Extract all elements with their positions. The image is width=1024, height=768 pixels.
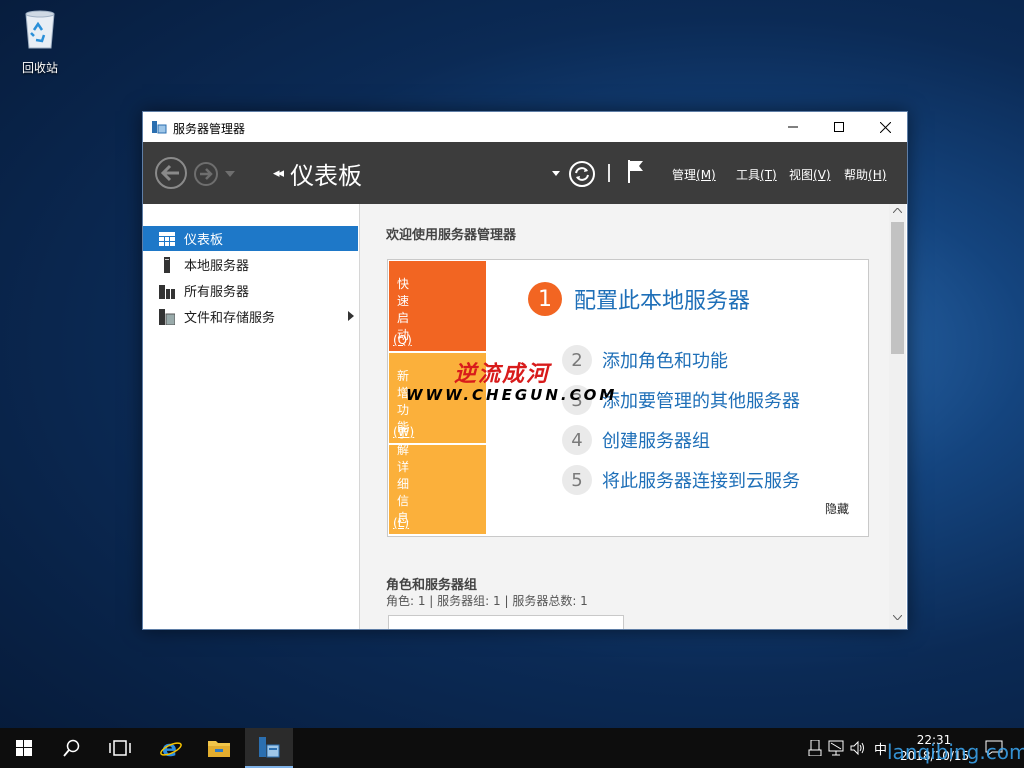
search-button[interactable] xyxy=(48,728,96,768)
ime-indicator[interactable]: 中 xyxy=(874,739,887,758)
storage-icon xyxy=(158,308,176,325)
internet-explorer-icon: e xyxy=(160,737,182,760)
step-label: 添加要管理的其他服务器 xyxy=(602,391,800,412)
step-number: 4 xyxy=(562,425,592,455)
tile-learn-more[interactable]: 了解详细信息 (L) xyxy=(389,426,486,534)
windows-logo-icon xyxy=(16,740,32,756)
network-icon[interactable] xyxy=(828,740,844,756)
sidebar-item-local-server[interactable]: 本地服务器 xyxy=(143,252,358,277)
task-view-button[interactable] xyxy=(96,728,144,768)
step-label: 添加角色和功能 xyxy=(602,351,728,372)
roles-stats: 角色: 1 | 服务器组: 1 | 服务器总数: 1 xyxy=(386,594,588,608)
menu-view-label: 视图 xyxy=(789,168,814,182)
sidebar-item-label: 仪表板 xyxy=(184,233,224,248)
dashboard-icon xyxy=(158,231,176,247)
breadcrumb: ◂◂ 仪表板 xyxy=(273,156,362,190)
site-watermark: lanqibing.com xyxy=(887,740,1024,764)
taskbar: e 中 22:31 2018/10/15 xyxy=(0,728,1024,768)
refresh-icon[interactable] xyxy=(569,161,595,187)
taskbar-file-explorer[interactable] xyxy=(195,728,243,768)
maximize-button[interactable] xyxy=(816,112,862,142)
menu-help-label: 帮助 xyxy=(844,168,869,182)
notification-flag-icon[interactable] xyxy=(627,159,645,183)
minimize-button[interactable] xyxy=(770,112,816,142)
recycle-bin[interactable]: 回收站 xyxy=(14,8,66,76)
volume-icon[interactable] xyxy=(850,740,866,756)
toolbar-separator xyxy=(608,164,610,182)
back-arrow-icon[interactable] xyxy=(155,157,187,189)
step-number: 5 xyxy=(562,465,592,495)
step-number: 2 xyxy=(562,345,592,375)
server-icon xyxy=(158,256,176,273)
menu-manage-label: 管理 xyxy=(672,168,697,182)
vertical-scrollbar[interactable] xyxy=(889,204,906,629)
step-connect-cloud[interactable]: 5 将此服务器连接到云服务 xyxy=(562,465,800,495)
server-manager-window: 服务器管理器 ◂◂ 仪表板 管理(M) 工具(T) 视图(V) 帮助(H) 仪表… xyxy=(142,111,908,630)
folder-icon xyxy=(208,741,230,757)
quick-start-panel: 快速启动 (Q) 新增功能 (W) 了解详细信息 (L) 1 配置此本地服务器 2 添… xyxy=(387,259,869,537)
sidebar-item-label: 所有服务器 xyxy=(184,285,250,300)
servers-icon xyxy=(158,283,176,299)
scroll-down-icon[interactable] xyxy=(893,615,902,620)
close-button[interactable] xyxy=(862,112,907,142)
title-bar[interactable]: 服务器管理器 xyxy=(143,112,907,142)
tile-quick-start[interactable]: 快速启动 (Q) xyxy=(389,261,486,351)
menu-manage[interactable]: 管理(M) xyxy=(672,166,716,183)
page-title: 仪表板 xyxy=(290,161,363,190)
breadcrumb-chevron-icon[interactable]: ◂◂ xyxy=(273,166,284,181)
watermark-cn: 逆流成河 xyxy=(454,361,551,387)
step-label: 配置此本地服务器 xyxy=(574,289,751,314)
scrollbar-thumb[interactable] xyxy=(891,222,904,354)
menu-tools-key: (T) xyxy=(760,168,777,182)
menu-tools[interactable]: 工具(T) xyxy=(736,166,777,183)
menu-help[interactable]: 帮助(H) xyxy=(844,166,886,183)
menu-view-key: (V) xyxy=(813,168,831,182)
system-tray: 中 xyxy=(808,728,893,768)
recycle-bin-icon xyxy=(25,10,55,49)
tile-label: 快速启动 xyxy=(397,277,410,342)
scroll-up-icon[interactable] xyxy=(893,208,902,213)
step-add-roles[interactable]: 2 添加角色和功能 xyxy=(562,345,728,375)
menu-view[interactable]: 视图(V) xyxy=(789,166,831,183)
history-dropdown-icon[interactable] xyxy=(225,171,235,177)
watermark-url: WWW.CHEGUN.COM xyxy=(406,386,618,404)
toolbar: ◂◂ 仪表板 管理(M) 工具(T) 视图(V) 帮助(H) xyxy=(143,142,907,204)
search-icon xyxy=(63,739,80,757)
taskbar-internet-explorer[interactable]: e xyxy=(147,728,195,768)
sidebar-item-dashboard[interactable]: 仪表板 xyxy=(143,226,358,251)
start-button[interactable] xyxy=(0,728,48,768)
server-manager-icon xyxy=(152,121,167,134)
window-title: 服务器管理器 xyxy=(173,122,246,136)
step-configure-local-server[interactable]: 1 配置此本地服务器 xyxy=(528,282,750,316)
close-icon xyxy=(879,121,891,133)
step-number: 1 xyxy=(528,282,562,316)
step-create-server-group[interactable]: 4 创建服务器组 xyxy=(562,425,710,455)
notifications-dropdown-icon[interactable] xyxy=(552,171,560,176)
usb-device-icon[interactable] xyxy=(808,740,822,756)
sidebar-item-file-storage[interactable]: 文件和存储服务 xyxy=(143,304,358,329)
menu-help-key: (H) xyxy=(868,168,887,182)
step-label: 创建服务器组 xyxy=(602,431,710,452)
sidebar-item-all-servers[interactable]: 所有服务器 xyxy=(143,278,358,303)
sidebar-item-label: 本地服务器 xyxy=(184,259,250,274)
tile-label: 了解详细信息 xyxy=(397,426,410,525)
step-label: 将此服务器连接到云服务 xyxy=(602,471,800,492)
recycle-bin-label: 回收站 xyxy=(21,61,58,75)
maximize-icon xyxy=(834,122,844,132)
server-manager-icon xyxy=(259,737,280,758)
main-content: 欢迎使用服务器管理器 快速启动 (Q) 新增功能 (W) 了解详细信息 (L) 1 配… xyxy=(360,204,889,629)
forward-arrow-icon[interactable] xyxy=(194,162,218,186)
task-view-icon xyxy=(109,740,131,756)
menu-manage-key: (M) xyxy=(696,168,716,182)
role-tile[interactable] xyxy=(388,615,624,629)
welcome-heading: 欢迎使用服务器管理器 xyxy=(386,228,517,243)
submenu-arrow-icon[interactable] xyxy=(348,311,354,321)
hide-link[interactable]: 隐藏 xyxy=(825,500,849,517)
menu-tools-label: 工具 xyxy=(736,168,761,182)
minimize-icon xyxy=(788,126,798,128)
sidebar: 仪表板 本地服务器 所有服务器 文件和存储服务 xyxy=(143,204,360,629)
roles-heading: 角色和服务器组 xyxy=(386,578,478,593)
sidebar-item-label: 文件和存储服务 xyxy=(184,311,276,326)
taskbar-server-manager[interactable] xyxy=(245,728,293,768)
